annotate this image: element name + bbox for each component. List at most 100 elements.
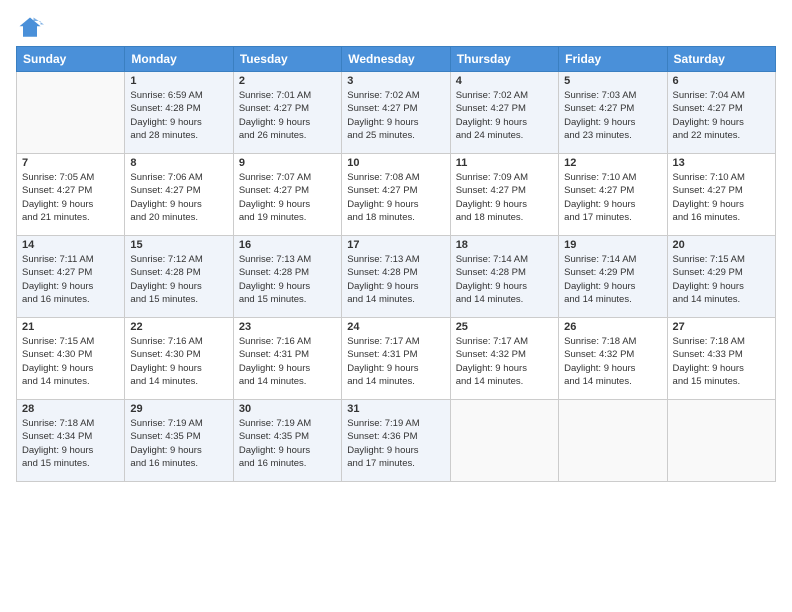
- calendar-cell: 9 Sunrise: 7:07 AMSunset: 4:27 PMDaylight…: [233, 154, 341, 236]
- calendar-cell: 24 Sunrise: 7:17 AMSunset: 4:31 PMDayligh…: [342, 318, 450, 400]
- day-info: Sunrise: 7:19 AMSunset: 4:36 PMDaylight:…: [347, 417, 444, 470]
- day-info: Sunrise: 7:18 AMSunset: 4:34 PMDaylight:…: [22, 417, 119, 470]
- day-number: 12: [564, 157, 661, 169]
- day-number: 10: [347, 157, 444, 169]
- day-info: Sunrise: 7:10 AMSunset: 4:27 PMDaylight:…: [564, 171, 661, 224]
- calendar-cell: 16 Sunrise: 7:13 AMSunset: 4:28 PMDayligh…: [233, 236, 341, 318]
- header: [16, 10, 776, 42]
- day-number: 29: [130, 403, 227, 415]
- day-info: Sunrise: 7:01 AMSunset: 4:27 PMDaylight:…: [239, 89, 336, 142]
- calendar-cell: [17, 72, 125, 154]
- day-number: 13: [673, 157, 770, 169]
- day-info: Sunrise: 7:14 AMSunset: 4:28 PMDaylight:…: [456, 253, 553, 306]
- day-info: Sunrise: 7:06 AMSunset: 4:27 PMDaylight:…: [130, 171, 227, 224]
- day-number: 26: [564, 321, 661, 333]
- calendar-cell: 30 Sunrise: 7:19 AMSunset: 4:35 PMDayligh…: [233, 400, 341, 482]
- calendar-week-row: 7 Sunrise: 7:05 AMSunset: 4:27 PMDaylight…: [17, 154, 776, 236]
- day-info: Sunrise: 7:15 AMSunset: 4:29 PMDaylight:…: [673, 253, 770, 306]
- day-info: Sunrise: 6:59 AMSunset: 4:28 PMDaylight:…: [130, 89, 227, 142]
- day-info: Sunrise: 7:11 AMSunset: 4:27 PMDaylight:…: [22, 253, 119, 306]
- calendar-cell: 25 Sunrise: 7:17 AMSunset: 4:32 PMDayligh…: [450, 318, 558, 400]
- calendar-cell: 23 Sunrise: 7:16 AMSunset: 4:31 PMDayligh…: [233, 318, 341, 400]
- day-number: 20: [673, 239, 770, 251]
- day-info: Sunrise: 7:05 AMSunset: 4:27 PMDaylight:…: [22, 171, 119, 224]
- calendar-cell: 17Sunrise: 7:13 AMSunset: 4:28 PMDayligh…: [342, 236, 450, 318]
- calendar-cell: 4Sunrise: 7:02 AMSunset: 4:27 PMDaylight…: [450, 72, 558, 154]
- calendar-cell: 10 Sunrise: 7:08 AMSunset: 4:27 PMDayligh…: [342, 154, 450, 236]
- day-number: 23: [239, 321, 336, 333]
- calendar-header-row: SundayMondayTuesdayWednesdayThursdayFrid…: [17, 47, 776, 72]
- day-info: Sunrise: 7:16 AMSunset: 4:31 PMDaylight:…: [239, 335, 336, 388]
- day-number: 8: [130, 157, 227, 169]
- day-number: 30: [239, 403, 336, 415]
- calendar-week-row: 21 Sunrise: 7:15 AMSunset: 4:30 PMDayligh…: [17, 318, 776, 400]
- logo: [16, 14, 46, 42]
- day-info: Sunrise: 7:14 AMSunset: 4:29 PMDaylight:…: [564, 253, 661, 306]
- day-info: Sunrise: 7:04 AMSunset: 4:27 PMDaylight:…: [673, 89, 770, 142]
- day-info: Sunrise: 7:03 AMSunset: 4:27 PMDaylight:…: [564, 89, 661, 142]
- page-container: SundayMondayTuesdayWednesdayThursdayFrid…: [0, 0, 792, 612]
- calendar-cell: 7 Sunrise: 7:05 AMSunset: 4:27 PMDaylight…: [17, 154, 125, 236]
- day-info: Sunrise: 7:18 AMSunset: 4:33 PMDaylight:…: [673, 335, 770, 388]
- calendar-cell: 14 Sunrise: 7:11 AMSunset: 4:27 PMDayligh…: [17, 236, 125, 318]
- day-info: Sunrise: 7:19 AMSunset: 4:35 PMDaylight:…: [130, 417, 227, 470]
- calendar-cell: [450, 400, 558, 482]
- day-number: 19: [564, 239, 661, 251]
- day-info: Sunrise: 7:19 AMSunset: 4:35 PMDaylight:…: [239, 417, 336, 470]
- day-info: Sunrise: 7:08 AMSunset: 4:27 PMDaylight:…: [347, 171, 444, 224]
- calendar-header-thursday: Thursday: [450, 47, 558, 72]
- calendar-cell: 5 Sunrise: 7:03 AMSunset: 4:27 PMDaylight…: [559, 72, 667, 154]
- day-info: Sunrise: 7:17 AMSunset: 4:31 PMDaylight:…: [347, 335, 444, 388]
- day-number: 11: [456, 157, 553, 169]
- day-number: 16: [239, 239, 336, 251]
- day-number: 7: [22, 157, 119, 169]
- day-info: Sunrise: 7:16 AMSunset: 4:30 PMDaylight:…: [130, 335, 227, 388]
- calendar-cell: 27 Sunrise: 7:18 AMSunset: 4:33 PMDayligh…: [667, 318, 775, 400]
- day-number: 24: [347, 321, 444, 333]
- calendar-header-saturday: Saturday: [667, 47, 775, 72]
- calendar-table: SundayMondayTuesdayWednesdayThursdayFrid…: [16, 46, 776, 482]
- calendar-cell: [667, 400, 775, 482]
- day-info: Sunrise: 7:10 AMSunset: 4:27 PMDaylight:…: [673, 171, 770, 224]
- calendar-cell: 28Sunrise: 7:18 AMSunset: 4:34 PMDayligh…: [17, 400, 125, 482]
- calendar-header-wednesday: Wednesday: [342, 47, 450, 72]
- day-info: Sunrise: 7:02 AMSunset: 4:27 PMDaylight:…: [347, 89, 444, 142]
- day-number: 18: [456, 239, 553, 251]
- day-number: 25: [456, 321, 553, 333]
- calendar-cell: 31 Sunrise: 7:19 AMSunset: 4:36 PMDayligh…: [342, 400, 450, 482]
- calendar-header-friday: Friday: [559, 47, 667, 72]
- calendar-week-row: 14 Sunrise: 7:11 AMSunset: 4:27 PMDayligh…: [17, 236, 776, 318]
- day-number: 15: [130, 239, 227, 251]
- calendar-cell: 2 Sunrise: 7:01 AMSunset: 4:27 PMDaylight…: [233, 72, 341, 154]
- day-number: 17: [347, 239, 444, 251]
- day-number: 21: [22, 321, 119, 333]
- day-info: Sunrise: 7:07 AMSunset: 4:27 PMDaylight:…: [239, 171, 336, 224]
- day-number: 2: [239, 75, 336, 87]
- day-number: 5: [564, 75, 661, 87]
- calendar-header-sunday: Sunday: [17, 47, 125, 72]
- calendar-cell: 15Sunrise: 7:12 AMSunset: 4:28 PMDayligh…: [125, 236, 233, 318]
- calendar-cell: 19 Sunrise: 7:14 AMSunset: 4:29 PMDayligh…: [559, 236, 667, 318]
- calendar-week-row: 1Sunrise: 6:59 AMSunset: 4:28 PMDaylight…: [17, 72, 776, 154]
- calendar-cell: 29 Sunrise: 7:19 AMSunset: 4:35 PMDayligh…: [125, 400, 233, 482]
- calendar-cell: 1Sunrise: 6:59 AMSunset: 4:28 PMDaylight…: [125, 72, 233, 154]
- day-number: 4: [456, 75, 553, 87]
- calendar-cell: 12 Sunrise: 7:10 AMSunset: 4:27 PMDayligh…: [559, 154, 667, 236]
- calendar-cell: 11 Sunrise: 7:09 AMSunset: 4:27 PMDayligh…: [450, 154, 558, 236]
- calendar-cell: 21 Sunrise: 7:15 AMSunset: 4:30 PMDayligh…: [17, 318, 125, 400]
- logo-icon: [16, 14, 44, 42]
- day-number: 27: [673, 321, 770, 333]
- calendar-cell: 3Sunrise: 7:02 AMSunset: 4:27 PMDaylight…: [342, 72, 450, 154]
- day-number: 14: [22, 239, 119, 251]
- day-number: 22: [130, 321, 227, 333]
- day-info: Sunrise: 7:13 AMSunset: 4:28 PMDaylight:…: [239, 253, 336, 306]
- day-number: 9: [239, 157, 336, 169]
- calendar-cell: [559, 400, 667, 482]
- day-number: 31: [347, 403, 444, 415]
- day-info: Sunrise: 7:15 AMSunset: 4:30 PMDaylight:…: [22, 335, 119, 388]
- calendar-cell: 20 Sunrise: 7:15 AMSunset: 4:29 PMDayligh…: [667, 236, 775, 318]
- calendar-cell: 8 Sunrise: 7:06 AMSunset: 4:27 PMDaylight…: [125, 154, 233, 236]
- day-info: Sunrise: 7:17 AMSunset: 4:32 PMDaylight:…: [456, 335, 553, 388]
- calendar-cell: 18 Sunrise: 7:14 AMSunset: 4:28 PMDayligh…: [450, 236, 558, 318]
- day-info: Sunrise: 7:09 AMSunset: 4:27 PMDaylight:…: [456, 171, 553, 224]
